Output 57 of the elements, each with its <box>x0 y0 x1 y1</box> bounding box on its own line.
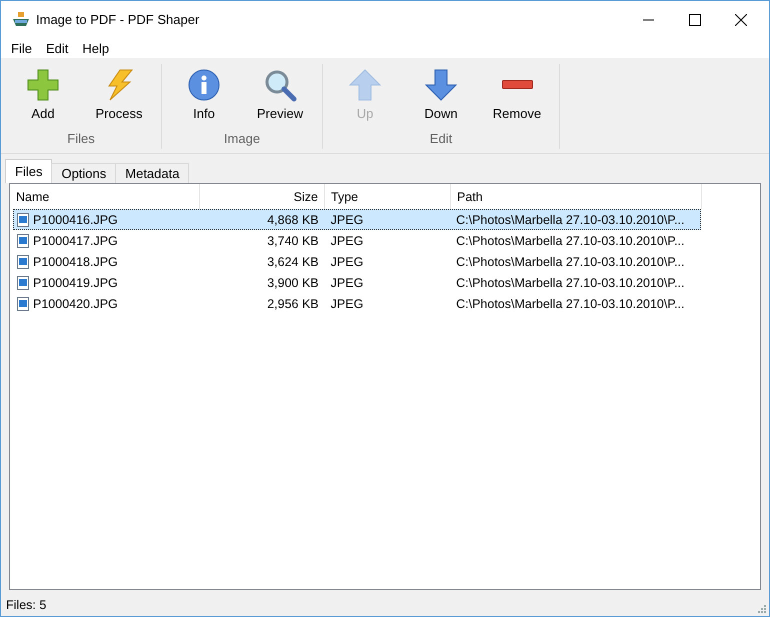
file-size: 3,900 KB <box>266 276 320 290</box>
down-arrow-icon <box>424 68 458 102</box>
tab[interactable]: Files <box>5 159 52 183</box>
file-type: JPEG <box>330 296 364 310</box>
menu-item[interactable]: Help <box>82 40 110 56</box>
file-size: 3,624 KB <box>266 254 320 268</box>
file-type: JPEG <box>330 234 364 248</box>
down-button[interactable]: Down <box>405 64 477 126</box>
file-type: JPEG <box>330 254 364 268</box>
image-file-icon <box>17 254 29 268</box>
menu-item[interactable]: File <box>11 40 32 56</box>
tab[interactable]: Options <box>51 163 116 183</box>
maximize-icon[interactable] <box>689 14 701 26</box>
app-icon <box>12 12 30 28</box>
file-path: C:\Photos\Marbella 27.10-03.10.2010\P... <box>455 254 686 268</box>
preview-button[interactable]: Preview <box>244 64 316 126</box>
file-row[interactable]: P1000417.JPG 3,740 KB JPEG C:\Photos\Marbella 27.10-03.10.2010\P... <box>13 230 701 251</box>
file-row[interactable]: P1000418.JPG 3,624 KB JPEG C:\Photos\Marbella 27.10-03.10.2010\P... <box>13 251 701 272</box>
file-path: C:\Photos\Marbella 27.10-03.10.2010\P... <box>455 276 686 290</box>
tab[interactable]: Metadata <box>115 163 190 183</box>
file-name: P1000417.JPG <box>33 234 118 248</box>
group-label: Files <box>67 131 95 146</box>
file-row[interactable]: P1000419.JPG 3,900 KB JPEG C:\Photos\Marbella 27.10-03.10.2010\P... <box>13 272 701 293</box>
image-file-icon <box>17 212 29 226</box>
add-button[interactable]: Add <box>7 64 79 126</box>
file-name: P1000418.JPG <box>33 254 118 268</box>
file-name: P1000420.JPG <box>33 296 118 310</box>
file-row[interactable]: P1000420.JPG 2,956 KB JPEG C:\Photos\Marbella 27.10-03.10.2010\P... <box>13 293 701 314</box>
file-name: P1000419.JPG <box>33 276 118 290</box>
menu-item[interactable]: Edit <box>46 40 68 56</box>
file-size: 4,868 KB <box>266 212 320 226</box>
resize-grip-icon[interactable] <box>757 604 766 613</box>
file-path: C:\Photos\Marbella 27.10-03.10.2010\P... <box>455 296 686 310</box>
image-file-icon <box>17 296 29 310</box>
remove-button[interactable]: Remove <box>481 64 553 126</box>
file-size: 3,740 KB <box>266 234 320 248</box>
plus-icon <box>26 68 60 102</box>
info-button[interactable]: Info <box>168 64 240 126</box>
info-icon <box>187 68 221 102</box>
file-path: C:\Photos\Marbella 27.10-03.10.2010\P... <box>455 234 686 248</box>
window-title: Image to PDF - PDF Shaper <box>36 12 200 27</box>
file-row[interactable]: P1000416.JPG 4,868 KB JPEG C:\Photos\Marbella 27.10-03.10.2010\P... <box>13 209 701 230</box>
image-file-icon <box>17 276 29 290</box>
group-label: Image <box>224 131 260 146</box>
file-size: 2,956 KB <box>266 296 320 310</box>
group-label: Edit <box>430 131 452 146</box>
magnifier-icon <box>263 68 297 102</box>
up-arrow-icon <box>348 68 382 102</box>
image-file-icon <box>17 234 29 248</box>
file-type: JPEG <box>330 276 364 290</box>
file-name: P1000416.JPG <box>33 212 118 226</box>
close-icon[interactable] <box>735 14 747 26</box>
file-path: C:\Photos\Marbella 27.10-03.10.2010\P... <box>455 212 686 226</box>
status-text: Files: 5 <box>6 598 46 612</box>
file-type: JPEG <box>330 212 364 226</box>
process-button[interactable]: Process <box>83 64 155 126</box>
minus-icon <box>502 80 532 89</box>
